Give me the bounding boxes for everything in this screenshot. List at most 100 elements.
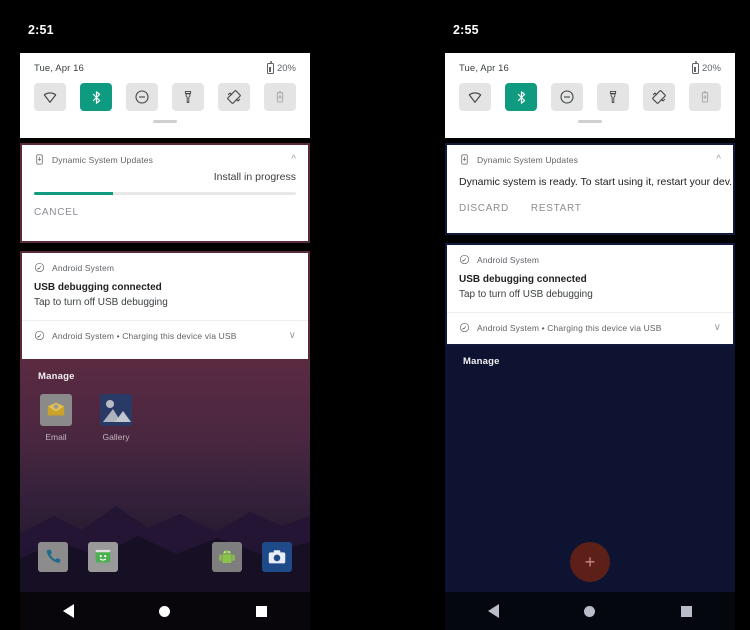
chevron-up-icon[interactable]: ^ <box>291 154 296 165</box>
manage-label[interactable]: Manage <box>445 346 735 367</box>
status-bar-right: 2:55 <box>445 0 735 53</box>
app-label: Gallery <box>102 432 130 442</box>
qs-date: Tue, Apr 16 <box>34 63 84 74</box>
dnd-tile[interactable] <box>551 83 583 111</box>
nav-back-button[interactable] <box>48 592 88 630</box>
notification-dynamic-system-updates[interactable]: Dynamic System Updates ^ Install in prog… <box>20 143 310 243</box>
wifi-tile[interactable] <box>459 83 491 111</box>
camera-icon[interactable] <box>262 542 292 572</box>
chevron-up-icon[interactable]: ^ <box>716 154 721 165</box>
nav-recents-button[interactable] <box>667 592 707 630</box>
battery-icon <box>691 61 699 74</box>
notification-title: USB debugging connected <box>459 274 587 285</box>
notification-group-android-system[interactable]: Android System USB debugging connected T… <box>20 251 310 361</box>
notification-charging-row[interactable]: Android System • Charging this device vi… <box>447 313 733 342</box>
install-progress-fill <box>34 192 113 195</box>
email-icon <box>40 394 72 426</box>
back-triangle-icon <box>62 604 74 618</box>
app-grid: Email Gallery <box>36 394 136 442</box>
back-triangle-icon <box>487 604 499 618</box>
quick-settings-tiles <box>445 74 735 111</box>
add-fab-button[interactable]: + <box>570 542 610 582</box>
nav-home-button[interactable] <box>570 592 610 630</box>
shade-drag-handle[interactable] <box>153 120 177 123</box>
home-screen-right: Manage + <box>445 346 735 630</box>
bluetooth-tile[interactable] <box>505 83 537 111</box>
notification-header: Android System <box>22 253 308 277</box>
notification-header: Dynamic System Updates ^ <box>447 145 733 169</box>
battery-percent-label: 20% <box>276 63 296 74</box>
app-item-gallery[interactable]: Gallery <box>96 394 136 442</box>
notification-status-text: Install in progress <box>213 171 296 183</box>
nav-recents-button[interactable] <box>242 592 282 630</box>
bluetooth-icon <box>517 90 525 104</box>
auto-rotate-tile[interactable] <box>643 83 675 111</box>
dock <box>20 542 310 572</box>
manage-label[interactable]: Manage <box>20 361 310 382</box>
wifi-tile[interactable] <box>34 83 66 111</box>
notification-app-name: Android System <box>477 254 540 265</box>
android-system-icon <box>34 262 45 273</box>
notification-app-name: Android System <box>52 262 115 273</box>
do-not-disturb-icon <box>135 90 149 104</box>
status-bar-left: 2:51 <box>20 0 310 53</box>
system-update-icon <box>34 154 45 165</box>
battery-saver-tile[interactable] <box>689 83 721 111</box>
notification-actions: CANCEL <box>22 195 308 228</box>
screenshot-root: 2:51 Tue, Apr 16 20% Dynamic System Upda… <box>0 0 750 630</box>
notification-group-android-system[interactable]: Android System USB debugging connected T… <box>445 243 735 346</box>
android-system-icon <box>34 330 45 341</box>
flashlight-tile[interactable] <box>172 83 204 111</box>
wifi-icon <box>468 92 482 103</box>
bluetooth-tile[interactable] <box>80 83 112 111</box>
notification-header: Android System <box>447 245 733 269</box>
qs-date: Tue, Apr 16 <box>459 63 509 74</box>
recents-square-icon <box>256 605 268 617</box>
plus-icon: + <box>584 552 596 572</box>
status-clock: 2:55 <box>453 22 479 37</box>
qs-battery-status: 20% <box>266 61 296 74</box>
app-item-email[interactable]: Email <box>36 394 76 442</box>
phone-icon[interactable] <box>38 542 68 572</box>
recents-square-icon <box>681 605 693 617</box>
home-screen-left: Manage Email Gallery <box>20 361 310 630</box>
gallery-icon <box>100 394 132 426</box>
notification-app-name: Android System • Charging this device vi… <box>477 322 662 333</box>
quick-settings-tiles <box>20 74 310 111</box>
device-left: 2:51 Tue, Apr 16 20% Dynamic System Upda… <box>20 0 310 630</box>
notification-dynamic-system-updates[interactable]: Dynamic System Updates ^ Dynamic system … <box>445 143 735 235</box>
chevron-down-icon[interactable]: ∨ <box>714 322 721 333</box>
dnd-tile[interactable] <box>126 83 158 111</box>
flashlight-icon <box>184 91 192 103</box>
app-label: Email <box>45 432 67 442</box>
battery-saver-tile[interactable] <box>264 83 296 111</box>
chevron-down-icon[interactable]: ∨ <box>289 330 296 341</box>
notification-body: USB debugging connected Tap to turn off … <box>22 277 308 320</box>
quick-settings-panel-left[interactable]: Tue, Apr 16 20% <box>20 53 310 138</box>
flashlight-tile[interactable] <box>597 83 629 111</box>
quick-settings-header: Tue, Apr 16 20% <box>20 53 310 74</box>
notification-title: USB debugging connected <box>34 282 162 293</box>
battery-icon <box>266 61 274 74</box>
android-icon[interactable] <box>212 542 242 572</box>
battery-percent-label: 20% <box>701 63 721 74</box>
wallpaper-mountains <box>20 506 310 592</box>
home-circle-icon <box>584 605 596 617</box>
auto-rotate-icon <box>652 90 666 104</box>
cancel-button[interactable]: CANCEL <box>34 207 79 218</box>
discard-button[interactable]: DISCARD <box>459 203 509 214</box>
quick-settings-panel-right[interactable]: Tue, Apr 16 20% <box>445 53 735 138</box>
restart-button[interactable]: RESTART <box>531 203 582 214</box>
auto-rotate-tile[interactable] <box>218 83 250 111</box>
shade-drag-handle[interactable] <box>578 120 602 123</box>
wifi-icon <box>43 92 57 103</box>
device-right: 2:55 Tue, Apr 16 20% Dynamic System Upda… <box>445 0 735 630</box>
notification-message: Dynamic system is ready. To start using … <box>459 176 733 188</box>
bluetooth-icon <box>92 90 100 104</box>
notification-header: Dynamic System Updates ^ <box>22 145 308 169</box>
nav-home-button[interactable] <box>145 592 185 630</box>
notification-app-name: Dynamic System Updates <box>477 154 579 165</box>
notification-charging-row[interactable]: Android System • Charging this device vi… <box>22 321 308 350</box>
messages-icon[interactable] <box>88 542 118 572</box>
nav-back-button[interactable] <box>473 592 513 630</box>
